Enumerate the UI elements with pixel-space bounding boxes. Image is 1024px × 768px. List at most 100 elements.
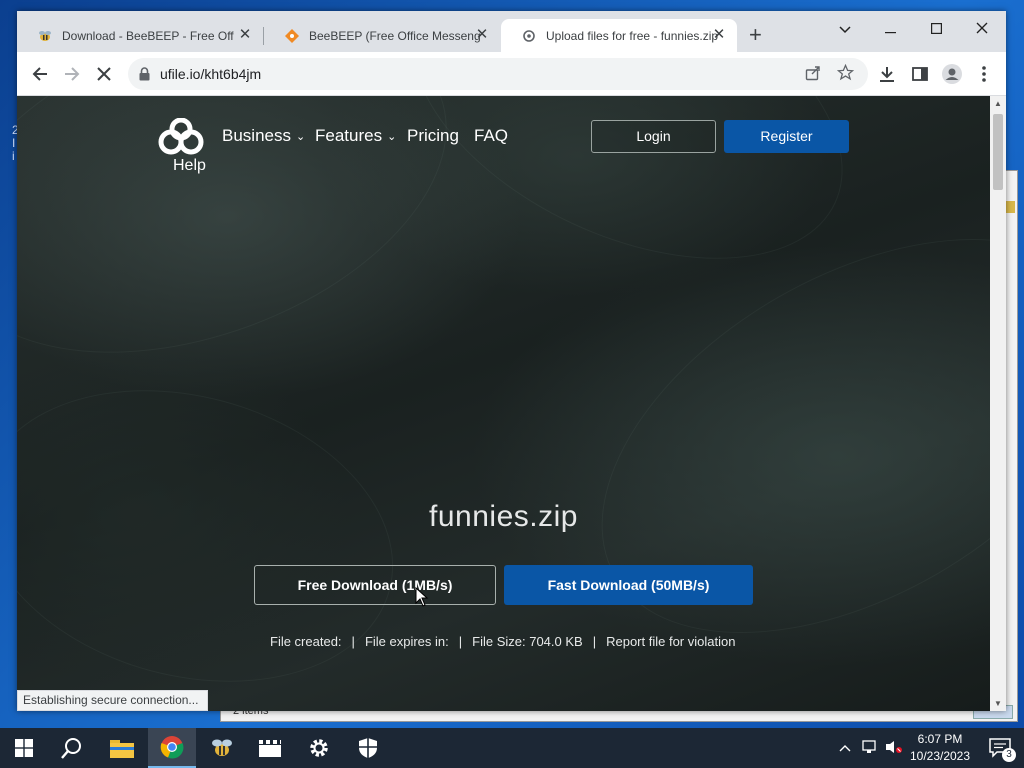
chrome-icon (160, 736, 184, 759)
meta-separator: | (592, 634, 597, 649)
report-file-link[interactable]: Report file for violation (606, 634, 735, 649)
nav-label: Business (222, 126, 291, 145)
folder-icon (110, 740, 134, 758)
chevron-down-icon: ⌄ (387, 130, 397, 143)
address-bar[interactable]: ufile.io/kht6b4jm (128, 58, 868, 90)
close-icon (976, 22, 988, 34)
tab-strip: Download - BeeBEEP - Free Offic ✕ BeeBEE… (17, 11, 1006, 52)
nav-business[interactable]: Business ⌄ (222, 126, 305, 146)
search-button[interactable] (48, 728, 96, 768)
diamond-icon (284, 28, 300, 44)
maximize-icon (930, 23, 942, 35)
system-clock[interactable]: 6:07 PM 10/23/2023 (905, 731, 975, 765)
chevron-down-icon (839, 26, 851, 34)
clapperboard-icon (259, 740, 281, 757)
avatar-icon (942, 64, 962, 84)
security-button[interactable] (344, 728, 392, 768)
menu-button[interactable] (970, 60, 998, 88)
search-icon (61, 738, 81, 759)
scrollbar-thumb[interactable] (993, 114, 1003, 190)
nav-faq[interactable]: FAQ (474, 126, 508, 146)
network-icon[interactable] (862, 740, 880, 757)
file-name: funnies.zip (429, 500, 578, 533)
browser-toolbar: ufile.io/kht6b4jm (17, 52, 1006, 96)
register-button[interactable]: Register (724, 120, 849, 153)
tab-beebeep-messenger[interactable]: BeeBEEP (Free Office Messenger ✕ (264, 19, 500, 52)
profile-button[interactable] (938, 60, 966, 88)
close-icon[interactable]: ✕ (237, 27, 253, 43)
fast-download-button[interactable]: Fast Download (50MB/s) (504, 565, 753, 605)
tray-overflow-icon[interactable] (839, 740, 851, 755)
tab-ufile-upload[interactable]: Upload files for free - funnies.zip ✕ (501, 19, 737, 52)
notification-badge: 3 (1002, 748, 1016, 762)
sidebar-icon (912, 67, 928, 81)
mouse-cursor-icon (415, 587, 429, 607)
tab-title: BeeBEEP (Free Office Messenger (309, 28, 481, 43)
side-panel-button[interactable] (906, 60, 934, 88)
clock-date: 10/23/2023 (909, 749, 971, 763)
file-meta: File created: | File expires in: | File … (270, 634, 735, 649)
start-button[interactable] (0, 728, 48, 768)
beebeep-button[interactable] (198, 728, 246, 768)
nav-label: Features (315, 126, 383, 145)
nav-pricing[interactable]: Pricing (407, 126, 459, 146)
chrome-button[interactable] (148, 728, 196, 768)
file-size-label: File Size: 704.0 KB (472, 634, 583, 649)
meta-separator: | (458, 634, 463, 649)
minimize-button[interactable] (874, 17, 906, 43)
tab-title: Upload files for free - funnies.zip (546, 28, 718, 43)
share-icon[interactable] (805, 65, 821, 86)
forward-button[interactable] (58, 60, 86, 88)
back-button[interactable] (26, 60, 54, 88)
settings-button[interactable] (295, 728, 343, 768)
close-icon[interactable]: ✕ (711, 27, 727, 43)
close-icon[interactable]: ✕ (474, 27, 490, 43)
windows-icon (15, 739, 33, 757)
more-vertical-icon (982, 66, 986, 82)
maximize-button[interactable] (920, 17, 952, 43)
nav-label: FAQ (474, 126, 509, 145)
star-icon[interactable] (836, 63, 855, 86)
volume-muted-icon[interactable] (885, 740, 903, 757)
scroll-down-icon[interactable]: ▼ (994, 699, 1002, 708)
free-download-button[interactable]: Free Download (1MB/s) (254, 565, 496, 605)
chevron-down-icon: ⌄ (295, 130, 306, 143)
login-button[interactable]: Login (591, 120, 716, 153)
status-bar: Establishing secure connection... (17, 690, 208, 711)
url-text: ufile.io/kht6b4jm (160, 66, 262, 82)
shield-icon (359, 738, 377, 758)
gear-icon (310, 739, 328, 757)
tab-search-button[interactable] (829, 17, 861, 43)
close-window-button[interactable] (966, 17, 998, 43)
web-page: Help Business ⌄ Features ⌄ Pricing FAQ Log… (17, 96, 990, 711)
nav-features[interactable]: Features ⌄ (315, 126, 396, 146)
action-center-button[interactable]: 3 (976, 728, 1024, 768)
close-icon (97, 67, 111, 81)
lock-icon (139, 67, 150, 81)
tab-beebeep-download[interactable]: Download - BeeBEEP - Free Offic ✕ (17, 19, 263, 52)
minimize-icon (884, 32, 896, 34)
media-app-button[interactable] (246, 728, 294, 768)
meta-separator: | (351, 634, 355, 649)
globe-icon (521, 28, 537, 44)
stop-loading-button[interactable] (90, 60, 118, 88)
page-scrollbar[interactable]: ▲ ▼ (990, 96, 1006, 711)
bee-icon (212, 739, 232, 756)
new-tab-button[interactable]: + (749, 24, 762, 46)
help-link[interactable]: Help (173, 157, 206, 175)
downloads-button[interactable] (873, 60, 901, 88)
file-created-label: File created: (270, 634, 342, 649)
ufile-logo-icon[interactable] (157, 118, 205, 158)
nav-label: Pricing (407, 126, 459, 145)
bee-icon (37, 28, 53, 44)
taskbar: 6:07 PM 10/23/2023 3 (0, 728, 1024, 768)
scroll-up-icon[interactable]: ▲ (994, 99, 1002, 108)
arrow-right-icon (65, 67, 80, 81)
file-explorer-button[interactable] (98, 728, 146, 768)
file-expires-label: File expires in: (364, 634, 449, 649)
clock-time: 6:07 PM (917, 732, 963, 746)
folder-icon (1005, 201, 1015, 213)
arrow-left-icon (32, 67, 47, 81)
download-icon (880, 67, 894, 82)
tab-title: Download - BeeBEEP - Free Offic (62, 28, 234, 43)
